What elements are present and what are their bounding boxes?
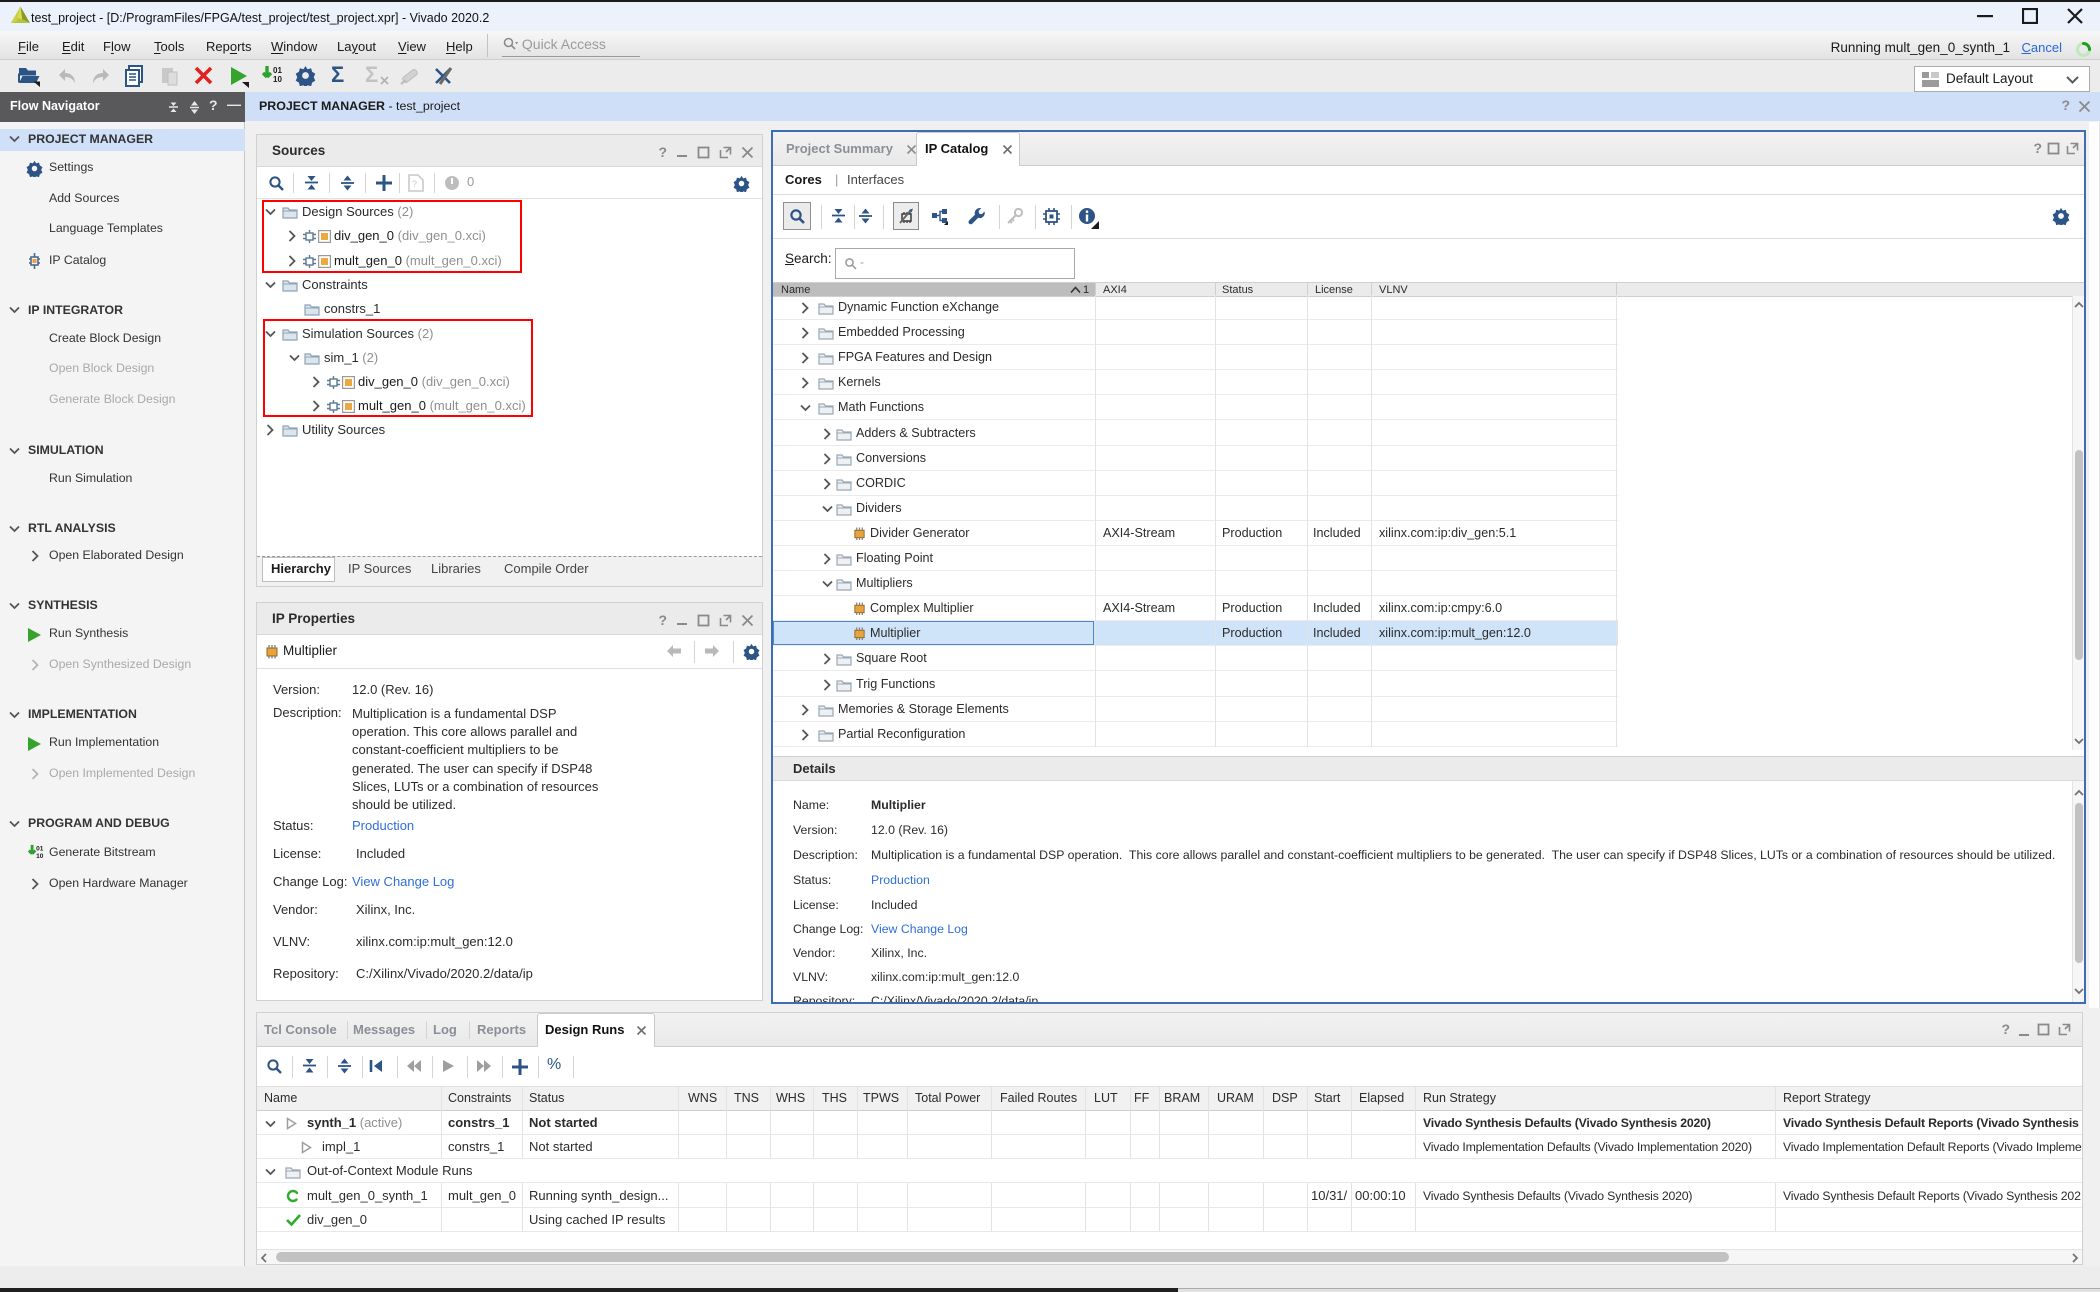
svg-text:01: 01 [36,846,44,853]
svg-text:?: ? [412,179,417,189]
svg-text:10: 10 [273,75,282,84]
svg-text:10: 10 [36,853,44,860]
svg-text:01: 01 [273,66,282,75]
